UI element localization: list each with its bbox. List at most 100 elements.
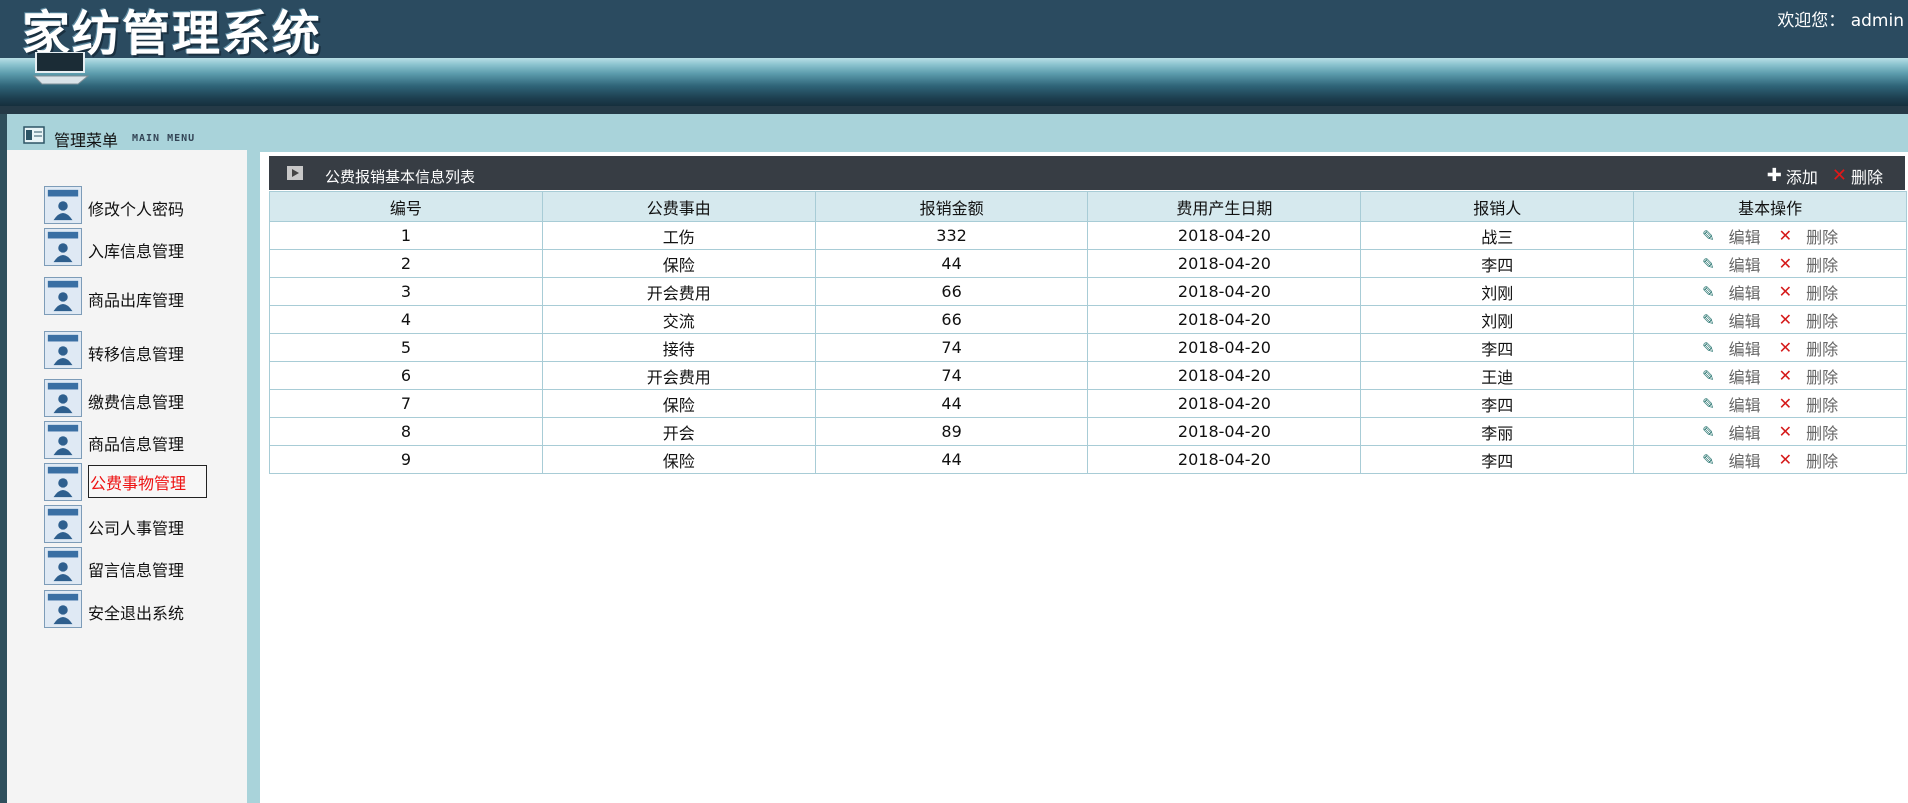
- pencil-icon[interactable]: ✎: [1702, 339, 1715, 357]
- delete-link[interactable]: 删除: [1806, 364, 1838, 388]
- sidebar-item-payment[interactable]: 缴费信息管理: [44, 379, 244, 419]
- edit-link[interactable]: 编辑: [1729, 280, 1761, 304]
- x-icon[interactable]: ✕: [1779, 282, 1792, 301]
- user-window-icon: [44, 186, 82, 224]
- pencil-icon[interactable]: ✎: [1702, 227, 1715, 245]
- edit-link[interactable]: 编辑: [1729, 308, 1761, 332]
- x-icon[interactable]: ✕: [1779, 310, 1792, 329]
- table-cell: 44: [814, 445, 1089, 474]
- row-ops: ✎ 编辑 ✕ 删除: [1702, 420, 1838, 444]
- column-header: 公费事由: [541, 191, 816, 222]
- header: 家纺管理系统 欢迎您： admin: [0, 0, 1908, 62]
- row-ops: ✎ 编辑 ✕ 删除: [1702, 224, 1838, 248]
- x-icon[interactable]: ✕: [1779, 254, 1792, 273]
- x-icon[interactable]: ✕: [1779, 450, 1792, 469]
- username[interactable]: admin: [1851, 11, 1904, 31]
- delete-link[interactable]: 删除: [1806, 308, 1838, 332]
- x-icon[interactable]: ✕: [1779, 338, 1792, 357]
- x-icon[interactable]: ✕: [1779, 226, 1792, 245]
- sidebar-item-logout[interactable]: 安全退出系统: [44, 590, 244, 630]
- edit-link[interactable]: 编辑: [1729, 336, 1761, 360]
- pencil-icon[interactable]: ✎: [1702, 395, 1715, 413]
- edit-link[interactable]: 编辑: [1729, 364, 1761, 388]
- row-actions: ✎ 编辑 ✕ 删除: [1633, 305, 1907, 334]
- main-frame: 管理菜单 MAIN MENU 修改个人密码 入库信息管理 商品出库管理 转移信息…: [7, 114, 1908, 803]
- header-separator: [0, 106, 1908, 114]
- delete-link[interactable]: 删除: [1806, 448, 1838, 472]
- pencil-icon[interactable]: ✎: [1702, 451, 1715, 469]
- user-window-icon: [44, 463, 82, 501]
- pencil-icon[interactable]: ✎: [1702, 311, 1715, 329]
- pencil-icon[interactable]: ✎: [1702, 367, 1715, 385]
- x-icon[interactable]: ✕: [1779, 394, 1792, 413]
- table-cell: 李四: [1360, 389, 1635, 418]
- table-cell: 66: [814, 305, 1089, 334]
- sidebar: 修改个人密码 入库信息管理 商品出库管理 转移信息管理 缴费信息管理 商品信息管…: [7, 150, 247, 803]
- bulk-delete-button[interactable]: ✕ 删除: [1832, 164, 1883, 188]
- pencil-icon[interactable]: ✎: [1702, 423, 1715, 441]
- panel-icon: [23, 126, 45, 144]
- table-cell: 保险: [541, 445, 816, 474]
- row-ops: ✎ 编辑 ✕ 删除: [1702, 448, 1838, 472]
- sidebar-item-stock-out[interactable]: 商品出库管理: [44, 277, 244, 317]
- sidebar-item-label: 缴费信息管理: [88, 393, 185, 412]
- delete-link[interactable]: 删除: [1806, 336, 1838, 360]
- table-cell: 李四: [1360, 333, 1635, 362]
- table-cell: 开会费用: [541, 361, 816, 390]
- table-cell: 战三: [1360, 221, 1635, 250]
- table-cell: 66: [814, 277, 1089, 306]
- edit-link[interactable]: 编辑: [1729, 252, 1761, 276]
- edit-link[interactable]: 编辑: [1729, 420, 1761, 444]
- table-body: 1 工伤 332 2018-04-20 战三 ✎ 编辑 ✕ 删除 2 保险 44 2018-04-20 李…: [269, 221, 1907, 474]
- table-row: 7 保险 44 2018-04-20 李四 ✎ 编辑 ✕ 删除: [269, 389, 1907, 418]
- sidebar-item-stock-in[interactable]: 入库信息管理: [44, 228, 244, 268]
- x-icon[interactable]: ✕: [1779, 366, 1792, 385]
- user-window-icon: [44, 590, 82, 628]
- row-actions: ✎ 编辑 ✕ 删除: [1633, 249, 1907, 278]
- sidebar-item-label: 商品出库管理: [88, 291, 185, 310]
- table-cell: 1: [269, 221, 543, 250]
- table-cell: 保险: [541, 249, 816, 278]
- row-ops: ✎ 编辑 ✕ 删除: [1702, 280, 1838, 304]
- table-cell: 74: [814, 333, 1089, 362]
- table-row: 9 保险 44 2018-04-20 李四 ✎ 编辑 ✕ 删除: [269, 445, 1907, 474]
- row-actions: ✎ 编辑 ✕ 删除: [1633, 333, 1907, 362]
- table-cell: 交流: [541, 305, 816, 334]
- sidebar-item-personnel[interactable]: 公司人事管理: [44, 505, 244, 545]
- table-cell: 3: [269, 277, 543, 306]
- table-cell: 刘刚: [1360, 277, 1635, 306]
- sidebar-item-change-password[interactable]: 修改个人密码: [44, 186, 244, 226]
- table-cell: 2018-04-20: [1087, 333, 1362, 362]
- add-button[interactable]: ✚ 添加: [1767, 164, 1818, 188]
- table-cell: 332: [814, 221, 1089, 250]
- pencil-icon[interactable]: ✎: [1702, 255, 1715, 273]
- list-actions: ✚ 添加 ✕ 删除: [1767, 164, 1883, 188]
- table-cell: 保险: [541, 389, 816, 418]
- delete-link[interactable]: 删除: [1806, 392, 1838, 416]
- delete-link[interactable]: 删除: [1806, 252, 1838, 276]
- sidebar-item-transfer[interactable]: 转移信息管理: [44, 331, 244, 371]
- plus-icon: ✚: [1766, 165, 1782, 186]
- expense-table: 编号 公费事由 报销金额 费用产生日期 报销人 基本操作 1 工伤 332 2018-…: [269, 191, 1907, 474]
- sidebar-item-public-expense[interactable]: 公费事物管理: [44, 463, 244, 503]
- column-header: 报销人: [1360, 191, 1635, 222]
- sidebar-item-label: 入库信息管理: [88, 242, 185, 261]
- table-row: 4 交流 66 2018-04-20 刘刚 ✎ 编辑 ✕ 删除: [269, 305, 1907, 334]
- sidebar-item-messages[interactable]: 留言信息管理: [44, 547, 244, 587]
- user-window-icon: [44, 505, 82, 543]
- row-ops: ✎ 编辑 ✕ 删除: [1702, 336, 1838, 360]
- delete-link[interactable]: 删除: [1806, 280, 1838, 304]
- sidebar-item-label: 公费事物管理: [88, 465, 208, 498]
- delete-link[interactable]: 删除: [1806, 420, 1838, 444]
- edit-link[interactable]: 编辑: [1729, 224, 1761, 248]
- x-icon[interactable]: ✕: [1779, 422, 1792, 441]
- sidebar-item-products[interactable]: 商品信息管理: [44, 421, 244, 461]
- sidebar-item-label: 修改个人密码: [88, 200, 185, 219]
- delete-label: 删除: [1850, 168, 1883, 187]
- delete-link[interactable]: 删除: [1806, 224, 1838, 248]
- edit-link[interactable]: 编辑: [1729, 448, 1761, 472]
- table-cell: 2018-04-20: [1087, 361, 1362, 390]
- pencil-icon[interactable]: ✎: [1702, 283, 1715, 301]
- edit-link[interactable]: 编辑: [1729, 392, 1761, 416]
- add-label: 添加: [1785, 168, 1818, 187]
